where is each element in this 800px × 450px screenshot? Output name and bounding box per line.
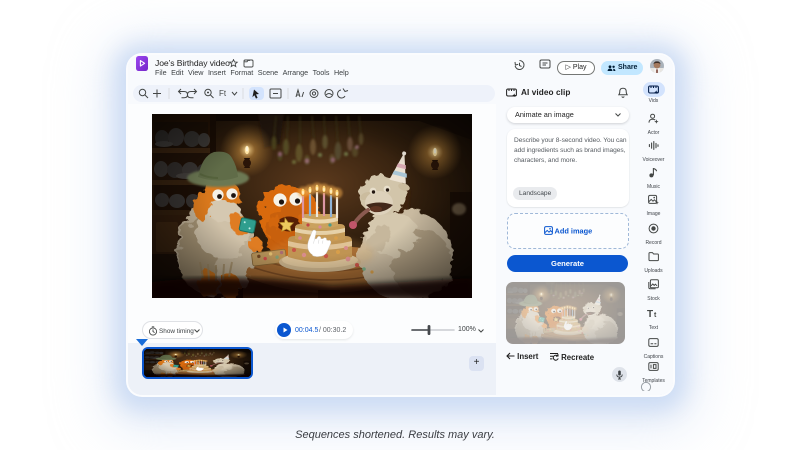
svg-text:Ft: Ft [219,89,227,98]
svg-text:T: T [647,309,653,319]
svg-text:t: t [654,312,657,319]
